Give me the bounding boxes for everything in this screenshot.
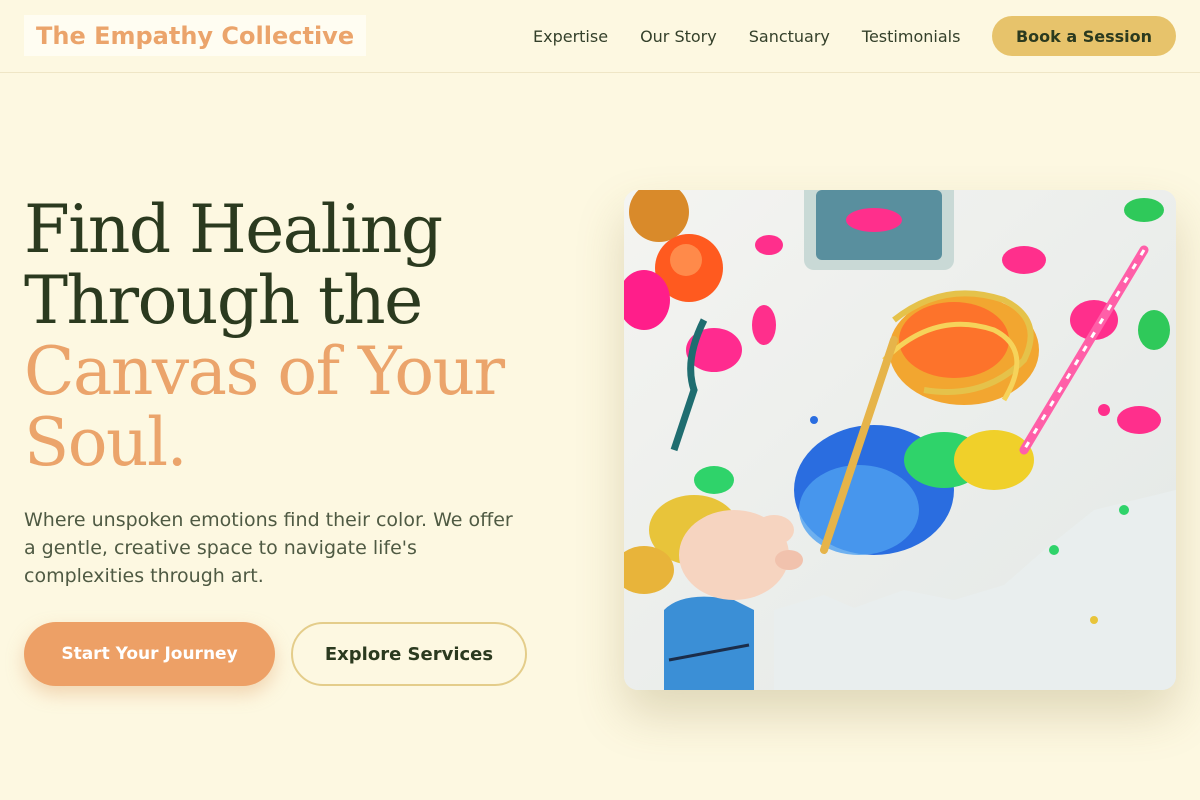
hero-title-accent: Soul. bbox=[24, 404, 188, 481]
site-logo[interactable]: The Empathy Collective bbox=[24, 15, 367, 56]
nav-link-testimonials[interactable]: Testimonials bbox=[862, 27, 961, 46]
hero-title: Find Healing Through the Canvas of Your … bbox=[24, 194, 584, 478]
hero-title-line: Find Healing bbox=[24, 191, 443, 268]
hero-subtitle: Where unspoken emotions find their color… bbox=[24, 509, 513, 587]
start-journey-button[interactable]: Start Your Journey bbox=[24, 622, 275, 686]
main-nav: Expertise Our Story Sanctuary Testimonia… bbox=[533, 24, 960, 48]
book-session-button[interactable]: Book a Session bbox=[992, 16, 1176, 56]
hero-title-accent: Canvas of Your bbox=[24, 333, 505, 410]
site-header: The Empathy Collective Expertise Our Sto… bbox=[0, 0, 1200, 73]
hero-image bbox=[624, 190, 1176, 690]
painting-illustration bbox=[624, 190, 1176, 690]
nav-link-sanctuary[interactable]: Sanctuary bbox=[749, 27, 830, 46]
explore-services-button[interactable]: Explore Services bbox=[291, 622, 527, 686]
nav-link-our-story[interactable]: Our Story bbox=[640, 27, 717, 46]
hero-title-line: Through the bbox=[24, 262, 423, 339]
nav-link-expertise[interactable]: Expertise bbox=[533, 27, 608, 46]
